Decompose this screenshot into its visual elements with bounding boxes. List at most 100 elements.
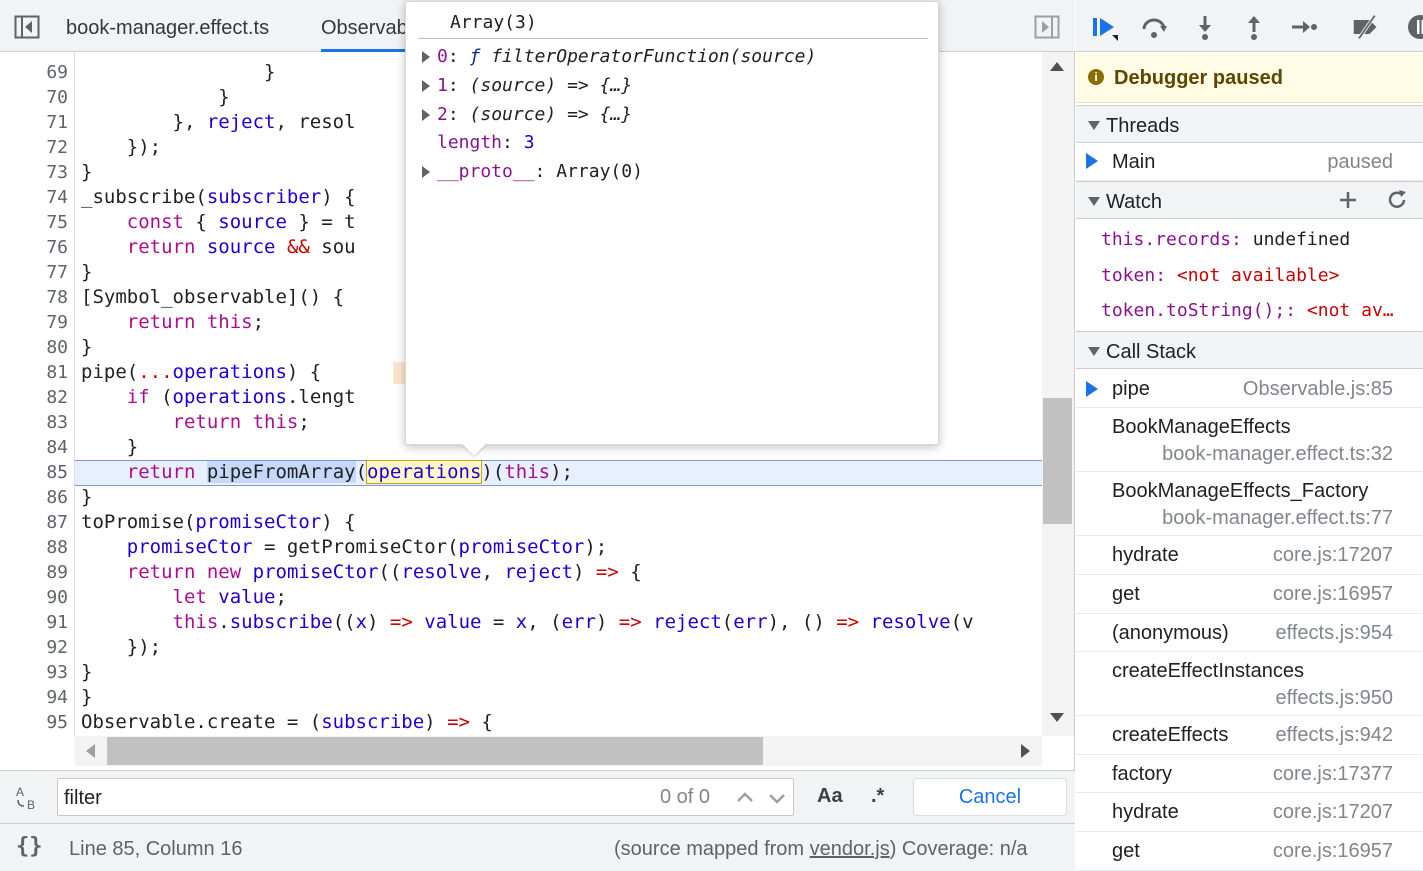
tab-book-manager-effect[interactable]: book-manager.effect.ts	[66, 0, 306, 52]
add-icon[interactable]	[1338, 190, 1358, 210]
scroll-left-icon[interactable]	[86, 744, 95, 758]
watch-section-header[interactable]: Watch	[1076, 181, 1423, 219]
line-number[interactable]: 75	[0, 210, 68, 235]
pause-on-exceptions-icon[interactable]	[1406, 13, 1423, 41]
watch-expression[interactable]: this.records: undefined	[1101, 229, 1350, 250]
vertical-scrollbar[interactable]	[1042, 52, 1074, 736]
frame-location: Observable.js:85	[1242, 378, 1393, 400]
popover-property-row[interactable]: 0: ƒ filterOperatorFunction(source)	[437, 46, 816, 67]
step-over-icon[interactable]	[1140, 13, 1168, 41]
frame-location: effects.js:950	[1275, 687, 1393, 709]
line-number[interactable]: 93	[0, 660, 68, 685]
pretty-print-button[interactable]: {}	[16, 834, 43, 859]
horizontal-scroll-thumb[interactable]	[107, 737, 763, 765]
line-number[interactable]: 79	[0, 310, 68, 335]
popover-property-row[interactable]: 1: (source) => {…}	[437, 75, 632, 96]
call-frame-0[interactable]: pipe Observable.js:85	[1076, 370, 1423, 408]
code-line: }	[81, 661, 93, 683]
call-frame-10[interactable]: get core.js:16957	[1076, 832, 1423, 871]
cancel-button[interactable]: Cancel	[913, 778, 1067, 816]
code-line: });	[81, 136, 162, 158]
watch-expression[interactable]: token: <not available>	[1101, 265, 1339, 286]
expand-triangle-icon[interactable]	[422, 109, 430, 121]
frame-function-name: get	[1112, 840, 1140, 862]
tab-observable[interactable]: Observable.js	[321, 0, 411, 52]
line-number[interactable]: 78	[0, 285, 68, 310]
line-number[interactable]: 74	[0, 185, 68, 210]
toggle-navigator-icon[interactable]	[14, 15, 40, 39]
expand-triangle-icon[interactable]	[422, 166, 430, 178]
replace-toggle-icon[interactable]: A B	[14, 784, 42, 812]
object-preview-popover: Array(3) 0: ƒ filterOperatorFunction(sou…	[405, 1, 939, 445]
line-number[interactable]: 82	[0, 385, 68, 410]
line-number[interactable]: 87	[0, 510, 68, 535]
line-number[interactable]: 95	[0, 710, 68, 735]
call-frame-4[interactable]: get core.js:16957	[1076, 575, 1423, 614]
line-number[interactable]: 71	[0, 110, 68, 135]
code-line: pipe(...operations) {	[81, 361, 322, 383]
call-frame-9[interactable]: hydrate core.js:17207	[1076, 793, 1423, 832]
watch-expression[interactable]: token.toString();: <not av…	[1101, 300, 1394, 321]
line-number[interactable]: 85	[0, 460, 68, 485]
call-frame-2[interactable]: BookManageEffects_Factory book-manager.ef…	[1076, 472, 1423, 536]
line-number[interactable]: 77	[0, 260, 68, 285]
line-number[interactable]: 88	[0, 535, 68, 560]
search-input[interactable]	[64, 783, 644, 813]
scroll-up-icon[interactable]	[1050, 62, 1064, 71]
chevron-down-icon[interactable]	[766, 787, 788, 809]
match-case-button[interactable]: Aa	[817, 785, 843, 808]
line-number[interactable]: 76	[0, 235, 68, 260]
call-frame-6[interactable]: createEffectInstances effects.js:950	[1076, 652, 1423, 716]
scroll-down-icon[interactable]	[1050, 713, 1064, 722]
line-number[interactable]: 89	[0, 560, 68, 585]
line-number[interactable]: 91	[0, 610, 68, 635]
chevron-up-icon[interactable]	[734, 787, 756, 809]
line-number[interactable]: 69	[0, 60, 68, 85]
expand-triangle-icon[interactable]	[422, 80, 430, 92]
call-frame-1[interactable]: BookManageEffects book-manager.effect.ts:…	[1076, 408, 1423, 472]
svg-text:A: A	[16, 785, 24, 799]
expand-triangle-icon[interactable]	[422, 51, 430, 63]
line-number[interactable]: 73	[0, 160, 68, 185]
popover-property-row[interactable]: 2: (source) => {…}	[437, 104, 632, 125]
toggle-debugger-icon[interactable]	[1034, 15, 1060, 39]
call-frame-7[interactable]: createEffects effects.js:942	[1076, 716, 1423, 755]
step-icon[interactable]	[1289, 13, 1317, 41]
line-number[interactable]: 70	[0, 85, 68, 110]
code-line: this.subscribe((x) => value = x, (err) =…	[172, 611, 974, 633]
resume-icon[interactable]	[1090, 13, 1118, 41]
line-number[interactable]: 81	[0, 360, 68, 385]
popover-property-row[interactable]: length: 3	[437, 132, 535, 153]
popover-divider	[418, 38, 928, 39]
step-into-icon[interactable]	[1191, 13, 1219, 41]
vendor-js-link[interactable]: vendor.js	[810, 838, 890, 860]
call-frame-3[interactable]: hydrate core.js:17207	[1076, 536, 1423, 575]
line-number[interactable]: 96	[0, 735, 68, 736]
call-frame-5[interactable]: (anonymous) effects.js:954	[1076, 614, 1423, 652]
line-number[interactable]: 86	[0, 485, 68, 510]
threads-section-header[interactable]: Threads	[1076, 105, 1423, 143]
line-number[interactable]: 72	[0, 135, 68, 160]
code-line: return new promiseCtor((resolve, reject)…	[126, 561, 642, 583]
line-number[interactable]: 92	[0, 635, 68, 660]
scroll-right-icon[interactable]	[1021, 744, 1030, 758]
line-number[interactable]: 83	[0, 410, 68, 435]
thread-item-main[interactable]: Main paused	[1076, 143, 1423, 181]
callstack-section-header[interactable]: Call Stack	[1076, 331, 1423, 369]
regex-button[interactable]: .*	[871, 785, 884, 808]
horizontal-scrollbar[interactable]	[75, 736, 1042, 766]
thread-name: Main	[1112, 151, 1156, 173]
line-number[interactable]: 90	[0, 585, 68, 610]
code-line: return source && sou	[126, 236, 356, 258]
line-number[interactable]: 84	[0, 435, 68, 460]
line-number[interactable]: 80	[0, 335, 68, 360]
step-out-icon[interactable]	[1240, 13, 1268, 41]
deactivate-breakpoints-icon[interactable]	[1352, 13, 1380, 41]
vertical-scroll-thumb[interactable]	[1043, 398, 1072, 524]
call-frame-8[interactable]: factory core.js:17377	[1076, 755, 1423, 793]
code-line: let value;	[172, 586, 287, 608]
popover-property-row[interactable]: __proto__: Array(0)	[437, 161, 643, 182]
refresh-icon[interactable]	[1386, 189, 1408, 211]
paused-message: Debugger paused	[1114, 67, 1283, 89]
line-number[interactable]: 94	[0, 685, 68, 710]
